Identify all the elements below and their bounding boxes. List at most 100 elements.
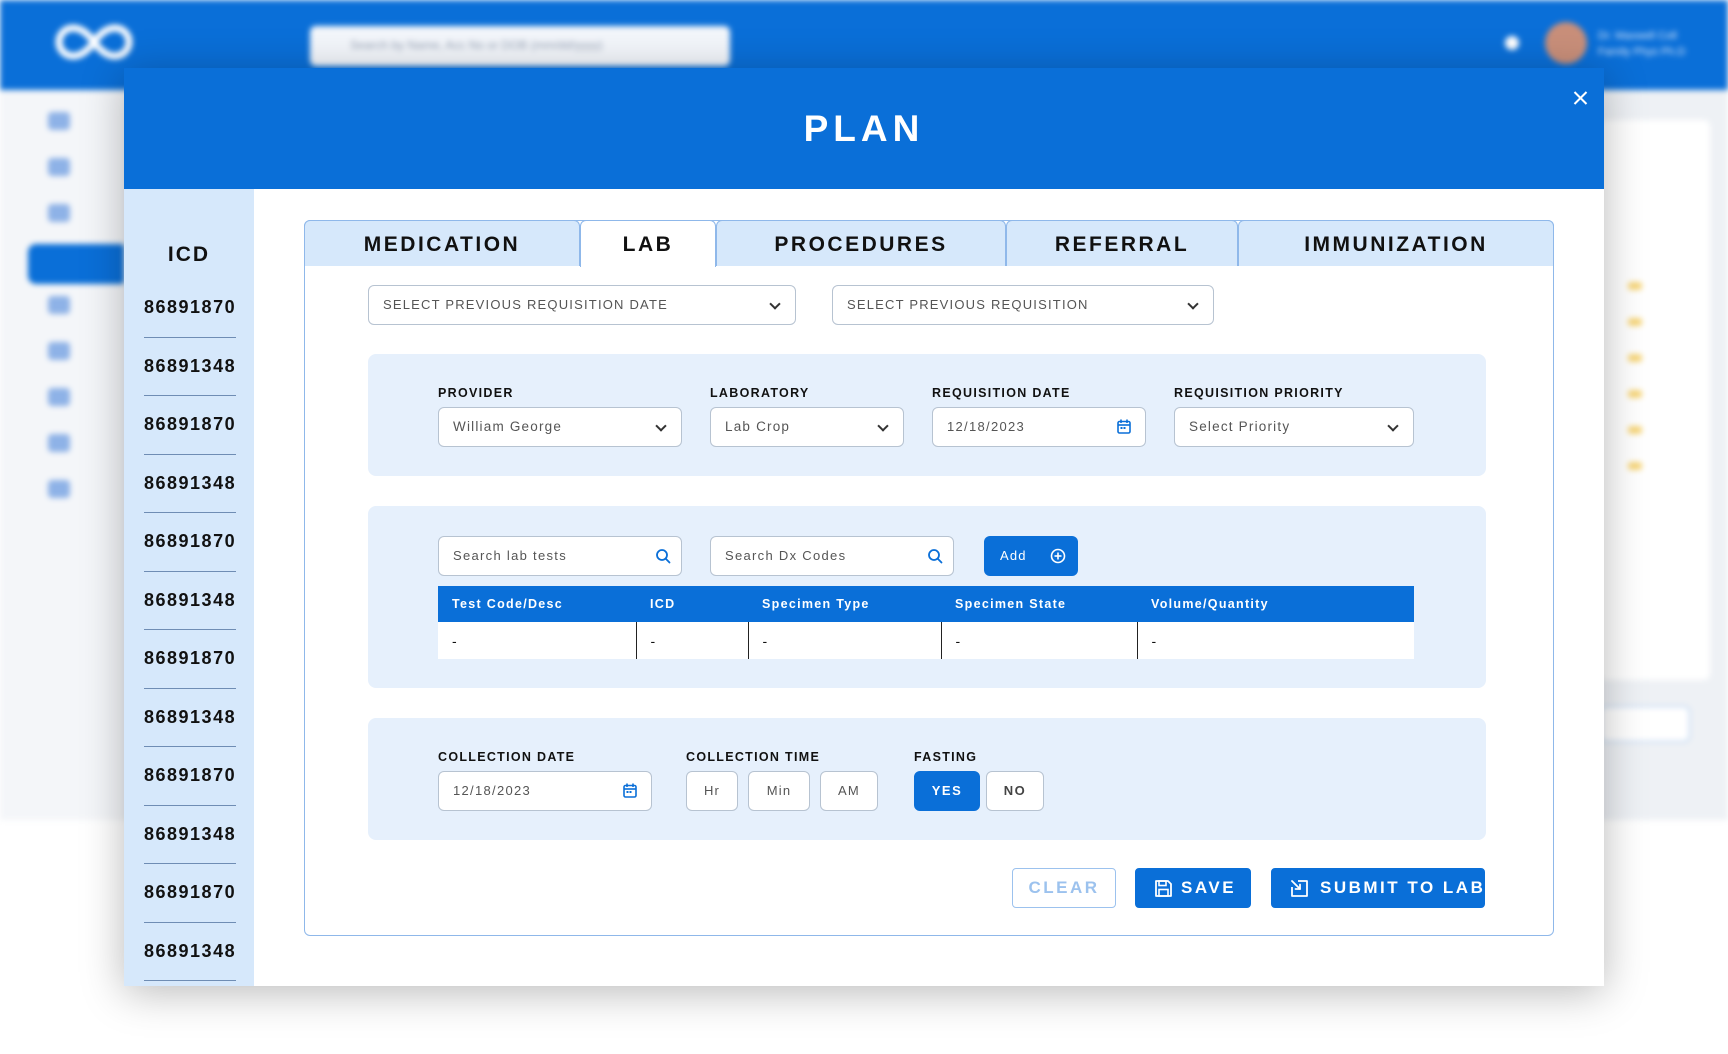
column-specimen-type: Specimen Type [748, 586, 941, 622]
table-cell: - [636, 622, 749, 659]
collection-minute-input[interactable]: Min [748, 771, 810, 811]
icd-code-item[interactable]: 86891870 [144, 279, 236, 338]
clear-button[interactable]: CLEAR [1012, 868, 1116, 908]
laboratory-select[interactable]: Lab Crop [710, 407, 904, 447]
star-icon [1628, 282, 1642, 290]
icd-code-item[interactable]: 86891870 [144, 630, 236, 689]
submit-to-lab-button[interactable]: SUBMIT TO LAB [1271, 868, 1485, 908]
right-card [1600, 120, 1710, 680]
app-sidebar [0, 90, 124, 820]
search-icon[interactable] [655, 548, 671, 564]
chevron-down-icon [1387, 420, 1399, 432]
icd-list: 86891870 86891348 86891870 86891348 8689… [144, 279, 236, 981]
chevron-down-icon [1187, 298, 1199, 310]
icd-code-item[interactable]: 86891348 [144, 806, 236, 864]
notification-icon[interactable] [1505, 36, 1519, 50]
fasting-no-button[interactable]: NO [986, 771, 1044, 811]
add-circle-icon [1050, 548, 1066, 564]
tab-procedures[interactable]: PROCEDURES [716, 220, 1006, 266]
search-lab-tests-input[interactable]: Search lab tests [438, 536, 682, 576]
fasting-yes-button[interactable]: YES [914, 771, 980, 811]
search-icon[interactable] [927, 548, 943, 564]
tab-bar: MEDICATION LAB PROCEDURES REFERRAL IMMUN… [304, 220, 1554, 267]
icd-code-item[interactable]: 86891870 [144, 513, 236, 572]
chevron-down-icon [655, 420, 667, 432]
fasting-label: FASTING [914, 750, 978, 764]
previous-requisition-date-select[interactable]: SELECT PREVIOUS REQUISITION DATE [368, 285, 796, 325]
collection-hour-input[interactable]: Hr [686, 771, 738, 811]
previous-requisition-select[interactable]: SELECT PREVIOUS REQUISITION [832, 285, 1214, 325]
star-icon [1628, 390, 1642, 398]
sidebar-notes-icon[interactable] [48, 388, 70, 406]
tab-lab[interactable]: LAB [580, 220, 716, 267]
avatar[interactable] [1545, 22, 1587, 64]
collection-date-field[interactable]: 12/18/2023 [438, 771, 652, 811]
star-icon [1628, 318, 1642, 326]
save-button-label: SAVE [1181, 878, 1237, 897]
star-icon [1628, 354, 1642, 362]
table-row[interactable]: - - - - - [438, 622, 1414, 659]
column-icd: ICD [636, 586, 748, 622]
star-icon [1628, 462, 1642, 470]
sidebar-calendar-icon[interactable] [48, 158, 70, 176]
icd-code-item[interactable]: 86891348 [144, 923, 236, 981]
lab-tests-table: Test Code/Desc ICD Specimen Type Specime… [438, 586, 1414, 659]
sidebar-dashboard-icon[interactable] [48, 112, 70, 130]
requisition-priority-label: REQUISITION PRIORITY [1174, 386, 1344, 400]
requisition-priority-value: Select Priority [1189, 419, 1291, 434]
table-cell: - [438, 622, 637, 659]
icd-code-item[interactable]: 86891870 [144, 396, 236, 455]
requisition-date-field[interactable]: 12/18/2023 [932, 407, 1146, 447]
sidebar-item-active[interactable] [28, 244, 128, 284]
column-volume-quantity: Volume/Quantity [1137, 586, 1414, 622]
icd-code-item[interactable]: 86891870 [144, 747, 236, 806]
column-test-code: Test Code/Desc [438, 586, 636, 622]
tab-medication[interactable]: MEDICATION [304, 220, 580, 266]
chevron-down-icon [877, 420, 889, 432]
calendar-icon[interactable] [1117, 419, 1131, 434]
sidebar-users-icon[interactable] [48, 296, 70, 314]
cancel-button[interactable] [1600, 706, 1690, 742]
icd-code-item[interactable]: 86891348 [144, 338, 236, 396]
user-info: Dr. Maxwell Coll Family Phys Ph.D [1598, 28, 1685, 60]
app-logo-icon [55, 24, 133, 60]
laboratory-label: LABORATORY [710, 386, 810, 400]
tab-immunization[interactable]: IMMUNIZATION [1238, 220, 1554, 266]
user-name: Dr. Maxwell Coll [1598, 30, 1677, 42]
sidebar-messages-icon[interactable] [48, 434, 70, 452]
provider-select[interactable]: William George [438, 407, 682, 447]
modal-title: PLAN [803, 108, 925, 149]
collection-time-label: COLLECTION TIME [686, 750, 821, 764]
submit-to-lab-label: SUBMIT TO LAB [1320, 878, 1486, 897]
sidebar-patients-icon[interactable] [48, 204, 70, 222]
add-button[interactable]: Add [984, 536, 1078, 576]
global-search-input[interactable]: Search by Name, Acc No or DOB (mm/dd/yyy… [310, 26, 730, 66]
icd-code-item[interactable]: 86891348 [144, 572, 236, 630]
table-cell: - [1137, 622, 1414, 659]
icd-code-item[interactable]: 86891870 [144, 864, 236, 923]
sidebar-eprescribe-icon[interactable] [48, 342, 70, 360]
search-dx-codes-input[interactable]: Search Dx Codes [710, 536, 954, 576]
table-header-row: Test Code/Desc ICD Specimen Type Specime… [438, 586, 1414, 622]
icd-column: ICD 86891870 86891348 86891870 86891348 … [124, 189, 254, 986]
close-icon[interactable] [1564, 82, 1596, 114]
icd-code-item[interactable]: 86891348 [144, 455, 236, 513]
previous-requisition-date-value: SELECT PREVIOUS REQUISITION DATE [383, 297, 668, 312]
search-lab-tests-placeholder: Search lab tests [453, 548, 568, 563]
submit-icon [1291, 880, 1308, 897]
sidebar-files-icon[interactable] [48, 480, 70, 498]
calendar-icon[interactable] [623, 783, 637, 798]
tab-referral[interactable]: REFERRAL [1006, 220, 1238, 266]
requisition-priority-select[interactable]: Select Priority [1174, 407, 1414, 447]
laboratory-value: Lab Crop [725, 419, 791, 434]
add-button-label: Add [1000, 548, 1027, 563]
icd-title: ICD [167, 243, 211, 266]
collection-date-label: COLLECTION DATE [438, 750, 576, 764]
lab-tests-section: Search lab tests Search Dx Codes Add Tes… [368, 506, 1486, 688]
save-button[interactable]: SAVE [1135, 868, 1251, 908]
modal-header: PLAN [124, 68, 1604, 189]
collection-ampm-select[interactable]: AM [820, 771, 878, 811]
star-icon [1628, 426, 1642, 434]
icd-code-item[interactable]: 86891348 [144, 689, 236, 747]
provider-value: William George [453, 419, 563, 434]
